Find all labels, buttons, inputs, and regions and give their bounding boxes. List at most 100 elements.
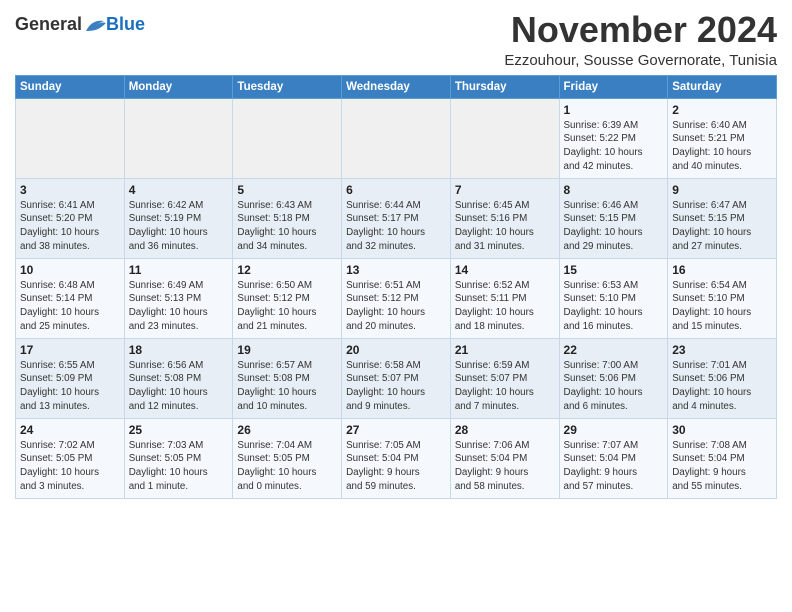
day-info: Sunrise: 7:07 AM Sunset: 5:04 PM Dayligh… — [564, 439, 664, 494]
header-row: SundayMondayTuesdayWednesdayThursdayFrid… — [16, 75, 777, 98]
day-info: Sunrise: 6:40 AM Sunset: 5:21 PM Dayligh… — [672, 119, 772, 174]
calendar-cell: 9Sunrise: 6:47 AM Sunset: 5:15 PM Daylig… — [668, 178, 777, 258]
day-info: Sunrise: 6:53 AM Sunset: 5:10 PM Dayligh… — [564, 279, 664, 334]
calendar-cell: 21 Sunrise: 6:59 AM Sunset: 5:07 PM Dayli… — [450, 338, 559, 418]
calendar-cell — [16, 98, 125, 178]
day-number: 21 — [455, 343, 555, 357]
column-header-tuesday: Tuesday — [233, 75, 342, 98]
calendar-cell: 26 Sunrise: 7:04 AM Sunset: 5:05 PM Dayli… — [233, 418, 342, 498]
week-row-4: 17Sunrise: 6:55 AM Sunset: 5:09 PM Dayli… — [16, 338, 777, 418]
title-section: November 2024 Ezzouhour, Sousse Governor… — [504, 10, 777, 69]
calendar-cell: 15 Sunrise: 6:53 AM Sunset: 5:10 PM Dayli… — [559, 258, 668, 338]
day-info: Sunrise: 6:51 AM Sunset: 5:12 PM Dayligh… — [346, 279, 446, 334]
day-info: Sunrise: 7:02 AM Sunset: 5:05 PM Dayligh… — [20, 439, 120, 494]
calendar-body: 1 Sunrise: 6:39 AM Sunset: 5:22 PM Daylig… — [16, 98, 777, 498]
day-number: 17 — [20, 343, 120, 357]
calendar-cell: 6Sunrise: 6:44 AM Sunset: 5:17 PM Daylig… — [342, 178, 451, 258]
calendar-cell: 12 Sunrise: 6:50 AM Sunset: 5:12 PM Dayli… — [233, 258, 342, 338]
day-number: 12 — [237, 263, 337, 277]
day-number: 29 — [564, 423, 664, 437]
day-number: 11 — [129, 263, 229, 277]
calendar-cell: 20 Sunrise: 6:58 AM Sunset: 5:07 PM Dayli… — [342, 338, 451, 418]
logo-blue-text: Blue — [106, 14, 145, 35]
day-number: 15 — [564, 263, 664, 277]
week-row-5: 24 Sunrise: 7:02 AM Sunset: 5:05 PM Dayli… — [16, 418, 777, 498]
calendar-cell: 3 Sunrise: 6:41 AM Sunset: 5:20 PM Daylig… — [16, 178, 125, 258]
calendar-cell: 19Sunrise: 6:57 AM Sunset: 5:08 PM Dayli… — [233, 338, 342, 418]
day-info: Sunrise: 6:50 AM Sunset: 5:12 PM Dayligh… — [237, 279, 337, 334]
day-number: 4 — [129, 183, 229, 197]
day-info: Sunrise: 7:08 AM Sunset: 5:04 PM Dayligh… — [672, 439, 772, 494]
calendar-header: SundayMondayTuesdayWednesdayThursdayFrid… — [16, 75, 777, 98]
calendar-cell: 16 Sunrise: 6:54 AM Sunset: 5:10 PM Dayli… — [668, 258, 777, 338]
calendar-cell — [233, 98, 342, 178]
calendar-cell: 5Sunrise: 6:43 AM Sunset: 5:18 PM Daylig… — [233, 178, 342, 258]
calendar-cell: 18 Sunrise: 6:56 AM Sunset: 5:08 PM Dayli… — [124, 338, 233, 418]
day-number: 18 — [129, 343, 229, 357]
calendar-table: SundayMondayTuesdayWednesdayThursdayFrid… — [15, 75, 777, 499]
day-number: 20 — [346, 343, 446, 357]
day-number: 27 — [346, 423, 446, 437]
day-info: Sunrise: 6:46 AM Sunset: 5:15 PM Dayligh… — [564, 199, 664, 254]
day-number: 22 — [564, 343, 664, 357]
header: General Blue November 2024 Ezzouhour, So… — [15, 10, 777, 69]
column-header-monday: Monday — [124, 75, 233, 98]
day-number: 24 — [20, 423, 120, 437]
day-number: 3 — [20, 183, 120, 197]
day-info: Sunrise: 7:01 AM Sunset: 5:06 PM Dayligh… — [672, 359, 772, 414]
day-info: Sunrise: 6:59 AM Sunset: 5:07 PM Dayligh… — [455, 359, 555, 414]
day-info: Sunrise: 6:58 AM Sunset: 5:07 PM Dayligh… — [346, 359, 446, 414]
location: Ezzouhour, Sousse Governorate, Tunisia — [504, 52, 777, 69]
month-title: November 2024 — [504, 10, 777, 50]
day-number: 30 — [672, 423, 772, 437]
day-number: 26 — [237, 423, 337, 437]
calendar-cell: 11 Sunrise: 6:49 AM Sunset: 5:13 PM Dayli… — [124, 258, 233, 338]
day-info: Sunrise: 6:49 AM Sunset: 5:13 PM Dayligh… — [129, 279, 229, 334]
day-number: 7 — [455, 183, 555, 197]
day-number: 28 — [455, 423, 555, 437]
calendar-cell: 24 Sunrise: 7:02 AM Sunset: 5:05 PM Dayli… — [16, 418, 125, 498]
day-info: Sunrise: 6:42 AM Sunset: 5:19 PM Dayligh… — [129, 199, 229, 254]
calendar-cell: 23 Sunrise: 7:01 AM Sunset: 5:06 PM Dayli… — [668, 338, 777, 418]
day-number: 8 — [564, 183, 664, 197]
day-info: Sunrise: 6:43 AM Sunset: 5:18 PM Dayligh… — [237, 199, 337, 254]
day-info: Sunrise: 6:56 AM Sunset: 5:08 PM Dayligh… — [129, 359, 229, 414]
day-info: Sunrise: 6:44 AM Sunset: 5:17 PM Dayligh… — [346, 199, 446, 254]
day-number: 16 — [672, 263, 772, 277]
day-info: Sunrise: 6:57 AM Sunset: 5:08 PM Dayligh… — [237, 359, 337, 414]
calendar-cell — [450, 98, 559, 178]
calendar-cell: 22 Sunrise: 7:00 AM Sunset: 5:06 PM Dayli… — [559, 338, 668, 418]
logo-general-text: General — [15, 14, 82, 35]
week-row-1: 1 Sunrise: 6:39 AM Sunset: 5:22 PM Daylig… — [16, 98, 777, 178]
calendar-cell: 1 Sunrise: 6:39 AM Sunset: 5:22 PM Daylig… — [559, 98, 668, 178]
day-info: Sunrise: 6:41 AM Sunset: 5:20 PM Dayligh… — [20, 199, 120, 254]
week-row-3: 10 Sunrise: 6:48 AM Sunset: 5:14 PM Dayli… — [16, 258, 777, 338]
day-info: Sunrise: 6:48 AM Sunset: 5:14 PM Dayligh… — [20, 279, 120, 334]
day-info: Sunrise: 6:39 AM Sunset: 5:22 PM Dayligh… — [564, 119, 664, 174]
day-info: Sunrise: 7:05 AM Sunset: 5:04 PM Dayligh… — [346, 439, 446, 494]
calendar-cell: 10 Sunrise: 6:48 AM Sunset: 5:14 PM Dayli… — [16, 258, 125, 338]
calendar-cell — [124, 98, 233, 178]
day-number: 2 — [672, 103, 772, 117]
column-header-wednesday: Wednesday — [342, 75, 451, 98]
page-container: General Blue November 2024 Ezzouhour, So… — [0, 0, 792, 504]
day-info: Sunrise: 6:52 AM Sunset: 5:11 PM Dayligh… — [455, 279, 555, 334]
calendar-cell: 4 Sunrise: 6:42 AM Sunset: 5:19 PM Daylig… — [124, 178, 233, 258]
day-info: Sunrise: 7:06 AM Sunset: 5:04 PM Dayligh… — [455, 439, 555, 494]
calendar-cell: 28 Sunrise: 7:06 AM Sunset: 5:04 PM Dayli… — [450, 418, 559, 498]
day-number: 25 — [129, 423, 229, 437]
calendar-cell — [342, 98, 451, 178]
day-info: Sunrise: 6:54 AM Sunset: 5:10 PM Dayligh… — [672, 279, 772, 334]
calendar-cell: 27 Sunrise: 7:05 AM Sunset: 5:04 PM Dayli… — [342, 418, 451, 498]
calendar-cell: 17Sunrise: 6:55 AM Sunset: 5:09 PM Dayli… — [16, 338, 125, 418]
week-row-2: 3 Sunrise: 6:41 AM Sunset: 5:20 PM Daylig… — [16, 178, 777, 258]
day-info: Sunrise: 7:00 AM Sunset: 5:06 PM Dayligh… — [564, 359, 664, 414]
column-header-saturday: Saturday — [668, 75, 777, 98]
day-number: 1 — [564, 103, 664, 117]
calendar-cell: 29 Sunrise: 7:07 AM Sunset: 5:04 PM Dayli… — [559, 418, 668, 498]
day-number: 23 — [672, 343, 772, 357]
day-info: Sunrise: 7:04 AM Sunset: 5:05 PM Dayligh… — [237, 439, 337, 494]
day-number: 10 — [20, 263, 120, 277]
calendar-cell: 8 Sunrise: 6:46 AM Sunset: 5:15 PM Daylig… — [559, 178, 668, 258]
calendar-cell: 14Sunrise: 6:52 AM Sunset: 5:11 PM Dayli… — [450, 258, 559, 338]
